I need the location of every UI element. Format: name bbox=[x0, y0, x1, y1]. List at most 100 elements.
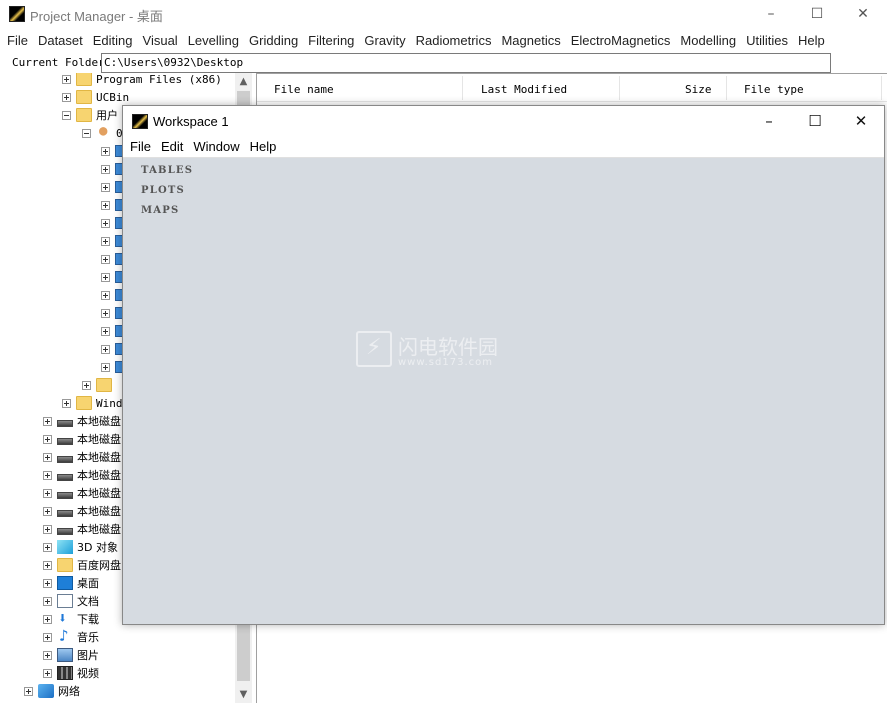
column-separator[interactable] bbox=[462, 76, 463, 100]
current-folder-input[interactable]: C:\Users\0932\Desktop bbox=[101, 53, 831, 73]
expand-icon[interactable] bbox=[43, 560, 52, 570]
expand-icon[interactable] bbox=[43, 434, 52, 444]
tree-item[interactable]: 桌面 bbox=[43, 574, 99, 592]
tree-item[interactable]: 3D 对象 bbox=[43, 538, 118, 556]
menu-utilities[interactable]: Utilities bbox=[741, 33, 793, 48]
expand-icon[interactable] bbox=[43, 578, 52, 588]
workspace-close-button[interactable]: ✕ bbox=[838, 106, 884, 136]
column-last-modified[interactable]: Last Modified bbox=[481, 83, 567, 96]
workspace-menu-edit[interactable]: Edit bbox=[156, 139, 188, 154]
workspace-section-plots[interactable]: PLOTS bbox=[141, 185, 185, 196]
drive-icon bbox=[57, 419, 73, 427]
expand-icon[interactable] bbox=[43, 506, 52, 516]
tree-item[interactable]: 网络 bbox=[24, 682, 80, 700]
menu-electromagnetics[interactable]: ElectroMagnetics bbox=[566, 33, 676, 48]
column-file-type[interactable]: File type bbox=[744, 83, 804, 96]
expand-icon[interactable] bbox=[62, 92, 71, 102]
menu-radiometrics[interactable]: Radiometrics bbox=[411, 33, 497, 48]
expand-icon[interactable] bbox=[101, 236, 110, 246]
expand-icon[interactable] bbox=[101, 272, 110, 282]
tree-item[interactable]: 音乐 bbox=[43, 626, 99, 646]
tree-item[interactable]: 本地磁盘 bbox=[43, 520, 121, 538]
tree-item[interactable]: UCBin bbox=[62, 88, 129, 106]
menu-magnetics[interactable]: Magnetics bbox=[496, 33, 565, 48]
user-icon bbox=[96, 123, 112, 140]
collapse-icon[interactable] bbox=[82, 128, 91, 138]
collapse-icon[interactable] bbox=[62, 110, 71, 120]
expand-icon[interactable] bbox=[43, 614, 52, 624]
workspace-menu-file[interactable]: File bbox=[125, 139, 156, 154]
tree-item[interactable]: 本地磁盘 bbox=[43, 430, 121, 448]
expand-icon[interactable] bbox=[101, 254, 110, 264]
tree-item[interactable]: Program Files (x86) bbox=[62, 73, 222, 88]
workspace-title: Workspace 1 bbox=[153, 114, 229, 129]
document-icon bbox=[57, 594, 73, 608]
tree-item[interactable]: 图片 bbox=[43, 646, 99, 664]
expand-icon[interactable] bbox=[82, 380, 91, 390]
tree-item[interactable]: 本地磁盘 bbox=[43, 448, 121, 466]
scroll-up-icon[interactable]: ▲ bbox=[235, 73, 252, 90]
expand-icon[interactable] bbox=[43, 524, 52, 534]
tree-item[interactable]: 0 bbox=[82, 123, 123, 142]
tree-item[interactable]: 本地磁盘 bbox=[43, 502, 121, 520]
menu-dataset[interactable]: Dataset bbox=[33, 33, 88, 48]
folder-icon bbox=[76, 396, 92, 410]
workspace-minimize-button[interactable]: – bbox=[746, 106, 792, 136]
column-separator[interactable] bbox=[881, 76, 882, 100]
tree-item[interactable]: 下载 bbox=[43, 609, 99, 628]
menu-visual[interactable]: Visual bbox=[138, 33, 183, 48]
expand-icon[interactable] bbox=[43, 542, 52, 552]
expand-icon[interactable] bbox=[43, 668, 52, 678]
tree-item[interactable]: 用户 bbox=[62, 106, 118, 124]
tree-item[interactable]: 本地磁盘 bbox=[43, 412, 121, 430]
expand-icon[interactable] bbox=[101, 308, 110, 318]
expand-icon[interactable] bbox=[43, 416, 52, 426]
menu-filtering[interactable]: Filtering bbox=[303, 33, 359, 48]
expand-icon[interactable] bbox=[101, 290, 110, 300]
workspace-section-tables[interactable]: TABLES bbox=[141, 165, 193, 176]
column-separator[interactable] bbox=[619, 76, 620, 100]
tree-item[interactable]: 文档 bbox=[43, 592, 99, 610]
scroll-down-icon[interactable]: ▼ bbox=[235, 686, 252, 703]
workspace-section-maps[interactable]: MAPS bbox=[141, 205, 179, 216]
menu-help[interactable]: Help bbox=[793, 33, 830, 48]
menu-modelling[interactable]: Modelling bbox=[675, 33, 741, 48]
expand-icon[interactable] bbox=[101, 218, 110, 228]
workspace-maximize-button[interactable]: ☐ bbox=[792, 106, 838, 136]
workspace-menu-window[interactable]: Window bbox=[188, 139, 244, 154]
expand-icon[interactable] bbox=[43, 470, 52, 480]
expand-icon[interactable] bbox=[101, 344, 110, 354]
menu-gravity[interactable]: Gravity bbox=[359, 33, 410, 48]
expand-icon[interactable] bbox=[101, 146, 110, 156]
tree-item[interactable]: 视频 bbox=[43, 664, 99, 682]
expand-icon[interactable] bbox=[62, 398, 71, 408]
expand-icon[interactable] bbox=[101, 326, 110, 336]
expand-icon[interactable] bbox=[43, 452, 52, 462]
menu-gridding[interactable]: Gridding bbox=[244, 33, 303, 48]
column-file-name[interactable]: File name bbox=[274, 83, 334, 96]
maximize-button[interactable]: ☐ bbox=[794, 0, 840, 28]
menu-file[interactable]: File bbox=[2, 33, 33, 48]
expand-icon[interactable] bbox=[101, 200, 110, 210]
tree-item[interactable] bbox=[82, 376, 116, 394]
column-size[interactable]: Size bbox=[685, 83, 712, 96]
minimize-button[interactable]: – bbox=[748, 0, 794, 28]
expand-icon[interactable] bbox=[62, 74, 71, 84]
expand-icon[interactable] bbox=[101, 182, 110, 192]
expand-icon[interactable] bbox=[43, 488, 52, 498]
close-button[interactable]: ✕ bbox=[840, 0, 886, 28]
expand-icon[interactable] bbox=[24, 686, 33, 696]
expand-icon[interactable] bbox=[101, 164, 110, 174]
expand-icon[interactable] bbox=[43, 632, 52, 642]
expand-icon[interactable] bbox=[101, 362, 110, 372]
menu-levelling[interactable]: Levelling bbox=[183, 33, 244, 48]
tree-item[interactable]: 本地磁盘 bbox=[43, 484, 121, 502]
expand-icon[interactable] bbox=[43, 596, 52, 606]
tree-item[interactable]: 百度网盘 bbox=[43, 556, 121, 574]
menu-editing[interactable]: Editing bbox=[88, 33, 138, 48]
column-separator[interactable] bbox=[726, 76, 727, 100]
tree-item[interactable]: Wind bbox=[62, 394, 123, 412]
expand-icon[interactable] bbox=[43, 650, 52, 660]
workspace-menu-help[interactable]: Help bbox=[245, 139, 282, 154]
tree-item[interactable]: 本地磁盘 bbox=[43, 466, 121, 484]
